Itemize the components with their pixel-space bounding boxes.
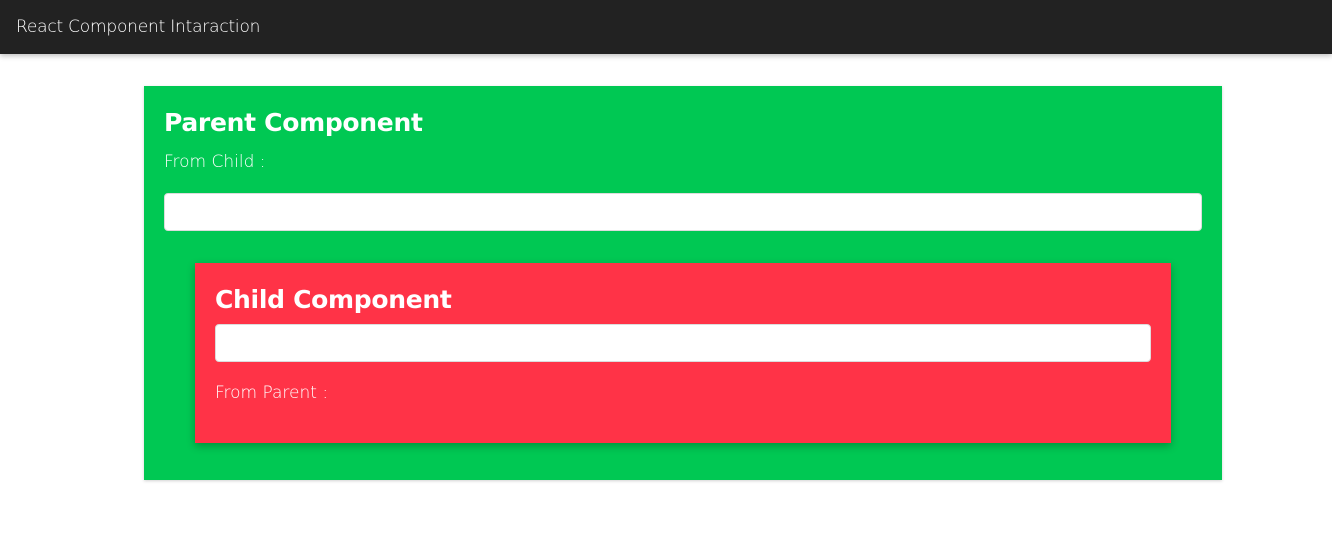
child-text-input[interactable] <box>215 324 1151 362</box>
from-parent-display: From Parent : <box>215 383 334 403</box>
child-component-panel: Child Component From Parent : <box>195 263 1171 443</box>
parent-component-title: Parent Component <box>164 108 423 137</box>
navbar-brand[interactable]: React Component Intaraction <box>16 17 260 37</box>
parent-text-input[interactable] <box>164 193 1202 231</box>
parent-component-panel: Parent Component From Child : Child Comp… <box>144 86 1222 480</box>
from-child-display: From Child : <box>164 152 272 172</box>
from-parent-label: From Parent : <box>215 383 329 403</box>
top-navbar: React Component Intaraction <box>0 0 1332 54</box>
from-child-label: From Child : <box>164 152 266 172</box>
child-component-title: Child Component <box>215 285 452 314</box>
